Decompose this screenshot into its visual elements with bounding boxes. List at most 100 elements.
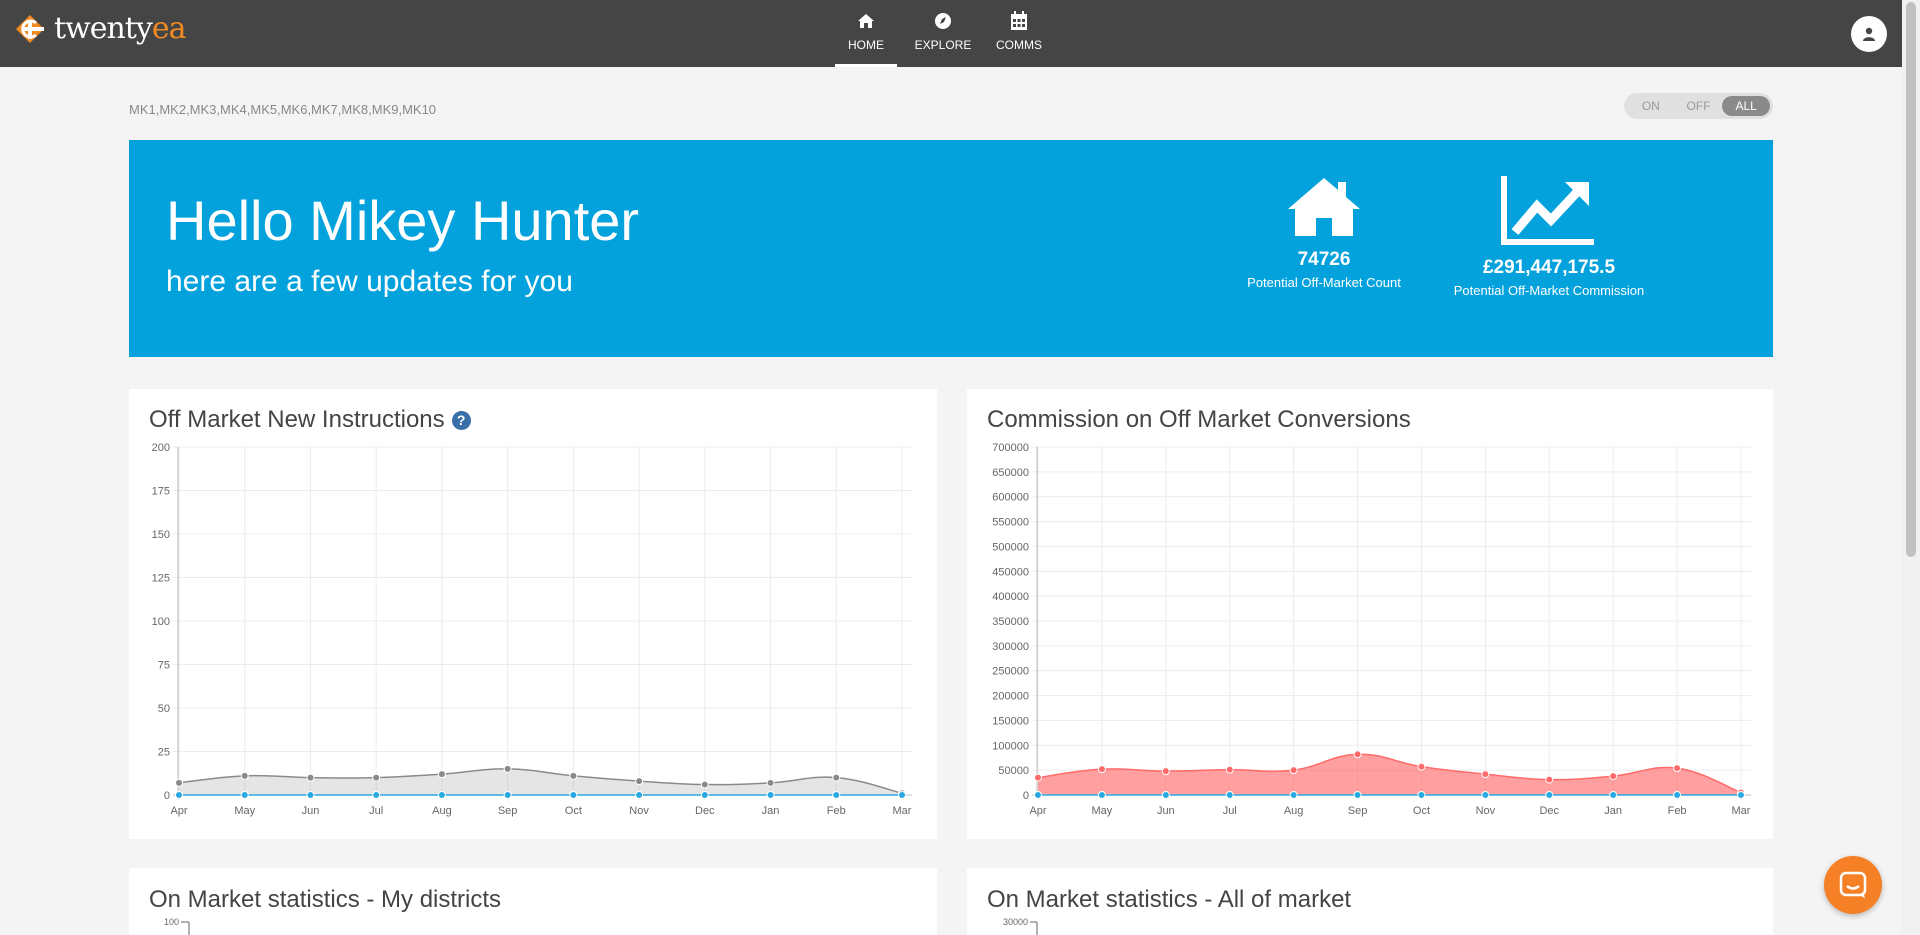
- y-tick-label: 175: [152, 486, 170, 498]
- compass-icon: [934, 10, 952, 32]
- stat-commission-label: Potential Off-Market Commission: [1453, 283, 1645, 298]
- chat-launcher-button[interactable]: [1824, 856, 1882, 914]
- stat-off-market-commission: £291,447,175.5 Potential Off-Market Comm…: [1449, 176, 1649, 298]
- x-tick-label: Feb: [1668, 805, 1687, 817]
- toggle-all[interactable]: ALL: [1722, 96, 1771, 116]
- data-point: [1673, 764, 1682, 773]
- data-point: [1481, 770, 1490, 779]
- data-point: [1609, 791, 1618, 799]
- x-tick-label: Jun: [302, 805, 320, 817]
- stat-off-market-count: 74726 Potential Off-Market Count: [1234, 176, 1414, 290]
- x-tick-label: Nov: [1476, 805, 1496, 817]
- data-point: [306, 773, 315, 782]
- data-point: [437, 770, 446, 779]
- data-point: [1161, 791, 1170, 799]
- off-market-instructions-chart: 0 25 50 75 100 125 150 175 200 Apr May Jun Jul Aug Sep…: [152, 442, 912, 817]
- y-tick-label: 350000: [992, 616, 1029, 628]
- x-tick-label: Dec: [1539, 805, 1559, 817]
- data-point: [1737, 791, 1745, 799]
- series-area: [179, 768, 902, 795]
- toggle-off[interactable]: OFF: [1675, 96, 1723, 116]
- y-tick-label: 150000: [992, 715, 1029, 727]
- y-tick-label: 100: [164, 917, 179, 927]
- y-tick-label: 0: [1023, 790, 1029, 802]
- y-tick-label: 250000: [992, 666, 1029, 678]
- x-tick-label: Jul: [1223, 805, 1237, 817]
- y-tick-label: 400000: [992, 591, 1029, 603]
- nav-home-label: HOME: [848, 38, 884, 52]
- page-scrollbar[interactable]: [1902, 0, 1920, 935]
- district-filter-list[interactable]: MK1,MK2,MK3,MK4,MK5,MK6,MK7,MK8,MK9,MK10: [129, 102, 436, 117]
- data-point: [766, 778, 775, 787]
- commission-conversions-chart: 0 50000 100000 150000 200000 250000 300000 3500…: [992, 442, 1751, 817]
- greeting-heading: Hello Mikey Hunter: [166, 189, 640, 252]
- x-tick-label: Mar: [893, 805, 912, 817]
- data-point: [766, 791, 775, 799]
- user-icon: [1863, 27, 1875, 41]
- nav-comms[interactable]: COMMS: [981, 0, 1057, 67]
- data-point: [175, 791, 183, 799]
- y-tick-label: 25: [158, 747, 170, 759]
- x-tick-label: Oct: [1413, 805, 1430, 817]
- y-tick-label: 125: [152, 573, 170, 585]
- chat-icon: [1839, 871, 1867, 898]
- trend-up-icon: [1501, 176, 1594, 245]
- y-tick-label: 650000: [992, 467, 1029, 479]
- scrollbar-thumb[interactable]: [1906, 2, 1916, 557]
- data-point: [1289, 791, 1298, 799]
- x-tick-label: Jul: [369, 805, 383, 817]
- y-tick-label: 300000: [992, 641, 1029, 653]
- y-tick-label: 50000: [998, 765, 1029, 777]
- data-point: [635, 791, 644, 799]
- data-point: [503, 764, 512, 773]
- brand-logo[interactable]: twentyea: [14, 11, 186, 46]
- data-point: [1225, 765, 1234, 774]
- stat-commission-value: £291,447,175.5: [1482, 257, 1616, 278]
- x-tick-label: May: [234, 805, 255, 817]
- home-icon: [857, 10, 875, 32]
- data-point: [635, 777, 644, 786]
- y-tick-label: 200: [152, 442, 170, 454]
- series-area: [1038, 754, 1741, 795]
- off-market-instructions-card: Off Market New Instructions ? 0 25 50 75 100…: [129, 389, 937, 839]
- y-tick-label: 500000: [992, 541, 1029, 553]
- data-point: [1417, 762, 1426, 771]
- user-menu-button[interactable]: [1851, 16, 1887, 52]
- data-point: [372, 773, 381, 782]
- y-tick-label: 100: [152, 616, 170, 628]
- data-point: [437, 791, 446, 799]
- data-point: [1034, 773, 1042, 782]
- x-tick-label: Aug: [432, 805, 452, 817]
- market-toggle[interactable]: ON OFF ALL: [1624, 93, 1773, 119]
- logo-mark-icon: [16, 14, 44, 43]
- my-districts-card: On Market statistics - My districts 100: [129, 868, 937, 935]
- data-point: [306, 791, 315, 799]
- data-point: [700, 780, 709, 789]
- data-point: [1353, 750, 1362, 759]
- data-point: [1481, 791, 1490, 799]
- y-tick-label: 600000: [992, 492, 1029, 504]
- x-tick-label: Jan: [762, 805, 780, 817]
- stat-count-value: 74726: [1297, 249, 1351, 270]
- x-tick-label: Mar: [1732, 805, 1751, 817]
- nav-explore[interactable]: EXPLORE: [905, 0, 981, 67]
- x-tick-label: May: [1092, 805, 1113, 817]
- data-point: [503, 791, 512, 799]
- toggle-on[interactable]: ON: [1627, 96, 1675, 116]
- stat-count-label: Potential Off-Market Count: [1247, 275, 1401, 290]
- nav-home[interactable]: HOME: [835, 0, 897, 67]
- data-point: [700, 791, 709, 799]
- data-point: [1289, 766, 1298, 775]
- data-point: [1673, 791, 1682, 799]
- all-market-chart-axis: 30000: [1003, 917, 1038, 935]
- data-point: [1161, 767, 1170, 776]
- x-tick-label: Sep: [1348, 805, 1368, 817]
- x-tick-label: Aug: [1284, 805, 1304, 817]
- data-point: [1097, 791, 1106, 799]
- y-tick-label: 50: [158, 703, 170, 715]
- x-tick-label: Feb: [827, 805, 846, 817]
- y-tick-label: 150: [152, 529, 170, 541]
- data-point: [569, 771, 578, 780]
- y-tick-label: 75: [158, 660, 170, 672]
- data-point: [1353, 791, 1362, 799]
